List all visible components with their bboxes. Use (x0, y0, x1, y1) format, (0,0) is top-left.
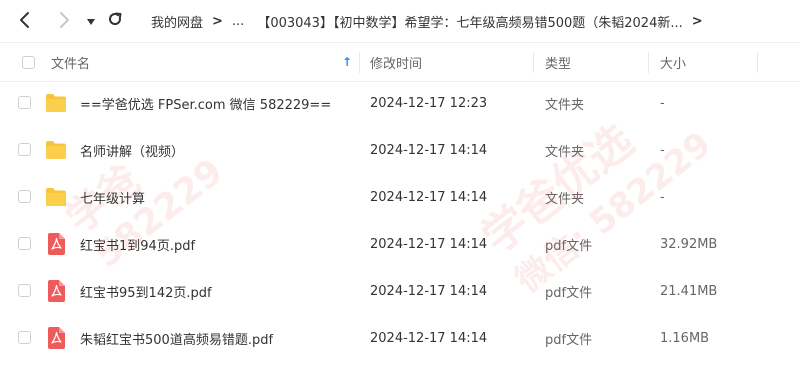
breadcrumb-separator: > (212, 13, 223, 29)
breadcrumb-separator: > (691, 13, 703, 29)
column-divider (359, 52, 360, 73)
select-all-checkbox[interactable] (22, 56, 35, 69)
file-name[interactable]: 红宝书1到94页.pdf (80, 235, 195, 254)
file-modified-time: 2024-12-17 14:14 (370, 284, 488, 299)
file-type: 文件夹 (545, 98, 585, 113)
folder-icon (45, 140, 67, 164)
row-checkbox[interactable] (18, 237, 31, 250)
file-size: 1.16MB (660, 331, 710, 346)
folder-icon (45, 93, 67, 117)
file-type: 文件夹 (545, 192, 585, 207)
row-checkbox[interactable] (18, 96, 31, 109)
file-modified-time: 2024-12-17 14:14 (370, 143, 488, 158)
file-name[interactable]: 名师讲解（视频） (80, 141, 184, 160)
breadcrumb-root[interactable]: 我的网盘 (151, 12, 203, 31)
column-header-name-label: 文件名 (51, 56, 91, 72)
caret-down-icon (86, 15, 96, 30)
toolbar: 我的网盘 > ... 【003043】【初中数学】希望学：七年级高频易错500题… (0, 0, 800, 42)
column-header-name[interactable]: 文件名 (51, 43, 341, 81)
pdf-icon (48, 280, 65, 306)
refresh-button[interactable] (105, 11, 125, 31)
sort-ascending-icon[interactable]: ↑ (342, 43, 354, 81)
breadcrumb-ellipsis[interactable]: ... (232, 14, 244, 29)
pdf-icon (48, 327, 65, 353)
file-row[interactable]: ==学爸优选 FPSer.com 微信 582229== 2024-12-17 … (0, 80, 800, 127)
folder-icon (45, 187, 67, 211)
column-header-size[interactable]: 大小 (660, 43, 760, 81)
file-row[interactable]: 朱韬红宝书500道高频易错题.pdf 2024-12-17 14:14 pdf文… (0, 315, 800, 362)
file-size: - (660, 190, 665, 205)
sort-ascending-icon: ↑ (342, 55, 353, 69)
file-type: pdf文件 (545, 333, 593, 348)
refresh-icon (107, 11, 123, 31)
pdf-icon (48, 233, 65, 259)
file-row[interactable]: 七年级计算 2024-12-17 14:14 文件夹 - (0, 174, 800, 221)
file-modified-time: 2024-12-17 14:14 (370, 190, 488, 205)
chevron-right-icon (57, 11, 71, 33)
file-list-header: 文件名 ↑ 修改时间 类型 大小 (0, 42, 800, 82)
file-size: 21.41MB (660, 284, 718, 299)
column-header-type-label: 类型 (545, 56, 572, 72)
file-name[interactable]: ==学爸优选 FPSer.com 微信 582229== (80, 94, 331, 113)
column-header-modified[interactable]: 修改时间 (370, 43, 530, 81)
file-row[interactable]: 红宝书1到94页.pdf 2024-12-17 14:14 pdf文件 32.9… (0, 221, 800, 268)
forward-button[interactable] (53, 11, 75, 33)
column-header-type[interactable]: 类型 (545, 43, 645, 81)
file-modified-time: 2024-12-17 14:14 (370, 331, 488, 346)
file-size: - (660, 143, 665, 158)
column-header-size-label: 大小 (660, 56, 687, 72)
row-checkbox[interactable] (18, 284, 31, 297)
history-dropdown-button[interactable] (84, 13, 98, 31)
back-button[interactable] (14, 11, 36, 33)
file-row[interactable]: 名师讲解（视频） 2024-12-17 14:14 文件夹 - (0, 127, 800, 174)
file-row[interactable]: 红宝书95到142页.pdf 2024-12-17 14:14 pdf文件 21… (0, 268, 800, 315)
file-name[interactable]: 朱韬红宝书500道高频易错题.pdf (80, 329, 273, 348)
file-name[interactable]: 七年级计算 (80, 188, 145, 207)
breadcrumb: 我的网盘 > ... 【003043】【初中数学】希望学：七年级高频易错500题… (151, 0, 712, 42)
column-divider (757, 52, 758, 73)
file-size: - (660, 96, 665, 111)
row-checkbox[interactable] (18, 143, 31, 156)
file-size: 32.92MB (660, 237, 718, 252)
file-modified-time: 2024-12-17 14:14 (370, 237, 488, 252)
file-modified-time: 2024-12-17 12:23 (370, 96, 488, 111)
row-checkbox[interactable] (18, 190, 31, 203)
file-type: 文件夹 (545, 145, 585, 160)
file-type: pdf文件 (545, 239, 593, 254)
file-type: pdf文件 (545, 286, 593, 301)
column-header-modified-label: 修改时间 (370, 56, 423, 72)
breadcrumb-current: 【003043】【初中数学】希望学：七年级高频易错500题（朱韬2024新... (257, 15, 683, 31)
file-name[interactable]: 红宝书95到142页.pdf (80, 282, 212, 301)
chevron-left-icon (18, 11, 32, 33)
column-divider (533, 52, 534, 73)
column-divider (648, 52, 649, 73)
row-checkbox[interactable] (18, 331, 31, 344)
